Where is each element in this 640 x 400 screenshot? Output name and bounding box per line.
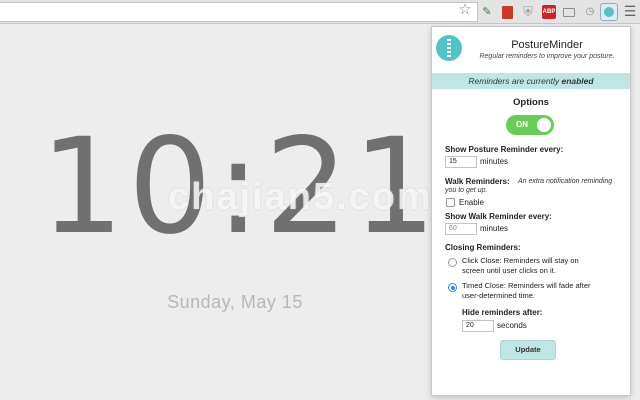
closing-reminders-label: Closing Reminders: (445, 243, 521, 252)
clock-date: Sunday, May 15 (167, 292, 303, 312)
posture-minder-icon[interactable] (600, 3, 618, 21)
reminders-toggle[interactable]: ON (506, 115, 554, 135)
update-button[interactable]: Update (500, 340, 556, 360)
posture-interval-input[interactable]: 15 (445, 156, 477, 168)
abp-icon[interactable]: ABP (542, 5, 556, 19)
posture-interval-unit: minutes (480, 157, 509, 166)
toggle-label: ON (516, 120, 528, 129)
posture-minder-popup: PostureMinder Regular reminders to impro… (431, 26, 631, 396)
pen-icon[interactable]: ✎ (480, 5, 494, 19)
hide-after-unit: seconds (497, 321, 527, 330)
walk-reminders-note: An extra notification reminding you to g… (445, 178, 613, 194)
abp-icon-label: ABP (542, 9, 556, 15)
toggle-knob (537, 118, 551, 132)
walk-enable-checkbox[interactable] (446, 198, 455, 207)
options-heading: Options (513, 97, 549, 108)
walk-interval-input[interactable]: 60 (445, 223, 477, 235)
hide-after-label: Hide reminders after: (462, 308, 543, 317)
status-banner-text: Reminders are currently (468, 76, 560, 86)
star-icon[interactable]: ☆ (458, 2, 472, 17)
book-icon[interactable] (502, 6, 513, 19)
hide-after-input[interactable]: 20 (462, 320, 494, 332)
click-close-radio[interactable] (448, 258, 457, 267)
cast-icon[interactable] (563, 8, 575, 17)
clock-icon[interactable]: ◷ (583, 5, 597, 19)
watermark: chajian5.com (168, 176, 433, 218)
timed-close-radio[interactable] (448, 283, 457, 292)
walk-enable-label: Enable (459, 198, 484, 207)
popup-title: PostureMinder (511, 39, 583, 51)
popup-subtitle: Regular reminders to improve your postur… (479, 53, 615, 60)
status-banner-state: enabled (561, 76, 594, 86)
spine-logo-icon (436, 35, 462, 61)
walk-interval-label: Show Walk Reminder every: (445, 212, 552, 221)
walk-interval-unit: minutes (480, 224, 509, 233)
timed-close-text: Timed Close: Reminders will fade after u… (462, 281, 591, 300)
click-close-text: Click Close: Reminders will stay on scre… (462, 256, 579, 275)
menu-icon[interactable]: ☰ (623, 4, 637, 18)
address-bar[interactable] (0, 2, 478, 22)
posture-interval-label: Show Posture Reminder every: (445, 145, 564, 154)
status-banner: Reminders are currently enabled (432, 73, 630, 89)
shield-icon[interactable]: ⛨ (521, 5, 535, 19)
browser-toolbar: ☆ ✎ ⛨ ABP ◷ ☰ (0, 0, 640, 24)
